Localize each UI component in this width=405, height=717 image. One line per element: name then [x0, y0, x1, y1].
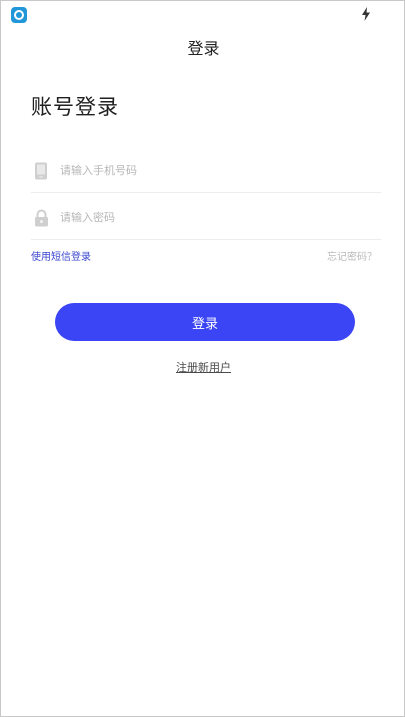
- forgot-password-link[interactable]: 忘记密码？: [327, 248, 377, 263]
- register-row: 注册新用户: [1, 359, 404, 375]
- sms-login-link[interactable]: 使用短信登录: [31, 248, 91, 263]
- password-input[interactable]: [60, 211, 360, 224]
- status-bar: [1, 1, 404, 23]
- password-field[interactable]: [31, 196, 381, 240]
- phone-field[interactable]: [31, 149, 381, 193]
- page-title: 登录: [187, 39, 220, 58]
- phone-input[interactable]: [60, 164, 360, 177]
- lock-icon: [31, 208, 51, 228]
- app-logo-icon: [11, 7, 27, 23]
- login-heading: 账号登录: [31, 95, 119, 119]
- register-link[interactable]: 注册新用户: [176, 361, 231, 374]
- phone-icon: [31, 161, 51, 181]
- login-screen: 登录 账号登录 使用短信登录 忘记密码？ 登录 注册新用户: [0, 0, 405, 717]
- bolt-icon: [362, 7, 370, 21]
- login-button[interactable]: 登录: [55, 303, 355, 341]
